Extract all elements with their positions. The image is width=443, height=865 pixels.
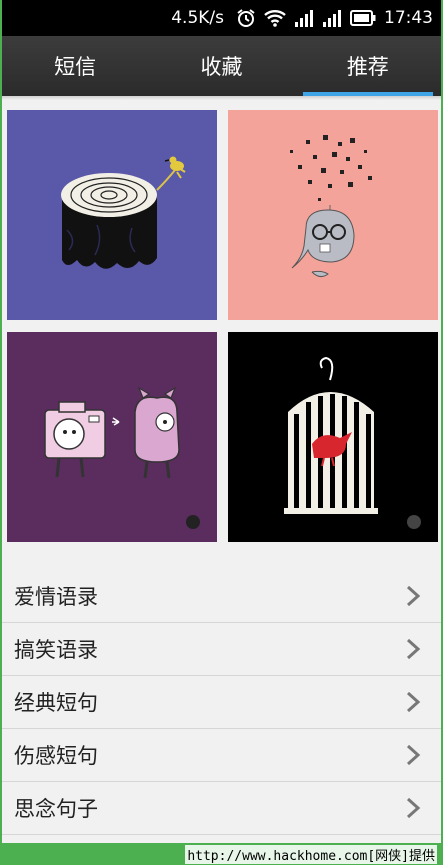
- battery-icon: [350, 10, 376, 26]
- tab-sms[interactable]: 短信: [2, 36, 148, 96]
- tab-recommend[interactable]: 推荐: [295, 36, 441, 96]
- watermark-footer: http://www.hackhome.com[网侠]提供: [0, 843, 443, 865]
- tab-bar: 短信 收藏 推荐: [2, 36, 441, 96]
- signal-icon: [322, 9, 342, 27]
- list-item-label: 爱情语录: [14, 585, 98, 609]
- tile-birdcage[interactable]: [228, 332, 438, 542]
- tile-tree-stump[interactable]: [7, 110, 217, 320]
- clock: 17:43: [384, 8, 433, 28]
- wifi-icon: [264, 9, 286, 27]
- birdcage-illustration: [228, 332, 438, 542]
- net-speed: 4.5K/s: [171, 8, 224, 28]
- list-item-missing-sentences[interactable]: 思念句子: [2, 782, 441, 835]
- tree-stump-illustration: [7, 110, 217, 320]
- chevron-right-icon: [406, 585, 421, 607]
- list-item-love-quotes[interactable]: 爱情语录: [2, 570, 441, 623]
- category-list: 爱情语录 搞笑语录 经典短句 伤感短句 思念句子: [2, 570, 441, 835]
- watermark-text: http://www.hackhome.com[网侠]提供: [185, 844, 437, 864]
- status-bar: 4.5K/s 17:43: [2, 0, 441, 36]
- tab-label: 短信: [54, 55, 97, 79]
- tab-shadow: [2, 96, 441, 100]
- signal-icon: [294, 9, 314, 27]
- list-item-sad-short[interactable]: 伤感短句: [2, 729, 441, 782]
- app-frame: 4.5K/s 17:43 短信 收藏 推荐 爱情语录 搞笑语录 经典短句 伤感短…: [2, 0, 441, 843]
- camera-pig-illustration: [7, 332, 217, 542]
- list-item-classic-short[interactable]: 经典短句: [2, 676, 441, 729]
- list-item-label: 搞笑语录: [14, 638, 98, 662]
- whale-illustration: [228, 110, 438, 320]
- tab-label: 推荐: [346, 55, 389, 79]
- chevron-right-icon: [406, 691, 421, 713]
- tile-whale[interactable]: [228, 110, 438, 320]
- list-item-label: 伤感短句: [14, 744, 98, 768]
- alarm-icon: [236, 8, 256, 28]
- list-item-label: 思念句子: [14, 797, 98, 821]
- chevron-right-icon: [406, 744, 421, 766]
- tab-favorites[interactable]: 收藏: [148, 36, 294, 96]
- tile-camera-pig[interactable]: [7, 332, 217, 542]
- chevron-right-icon: [406, 797, 421, 819]
- chevron-right-icon: [406, 638, 421, 660]
- list-item-funny-quotes[interactable]: 搞笑语录: [2, 623, 441, 676]
- list-item-label: 经典短句: [14, 691, 98, 715]
- tab-label: 收藏: [200, 55, 243, 79]
